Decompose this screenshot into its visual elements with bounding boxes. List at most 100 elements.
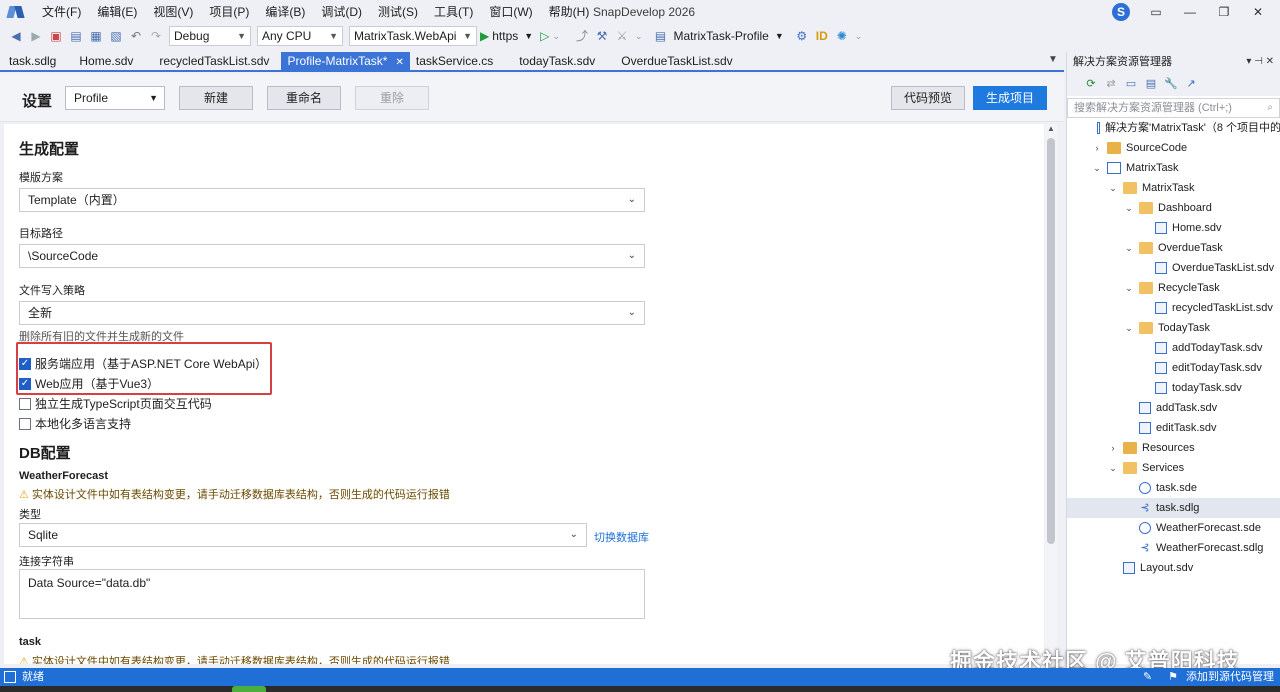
- settings-icon[interactable]: ⚙: [793, 27, 811, 45]
- option-localization[interactable]: 本地化多语言支持: [19, 415, 131, 432]
- tab-overdue-task-list[interactable]: OverdueTaskList.sdv: [615, 52, 738, 70]
- connection-string-input[interactable]: Data Source="data.db": [19, 569, 645, 619]
- sync-view-icon[interactable]: ⟳: [1082, 75, 1100, 93]
- tree-item[interactable]: addTodayTask.sdv: [1067, 338, 1280, 358]
- tab-task-service[interactable]: taskService.cs: [410, 52, 499, 70]
- checkbox-unchecked-icon[interactable]: [19, 397, 31, 410]
- switch-database-link[interactable]: 切换数据库: [594, 529, 649, 545]
- generate-project-button[interactable]: 生成项目: [973, 86, 1047, 110]
- menu-tools[interactable]: 工具(T): [426, 0, 481, 24]
- tree-item[interactable]: ⊰ task.sdlg: [1067, 498, 1280, 518]
- tree-item[interactable]: editTask.sdv: [1067, 418, 1280, 438]
- db-type-select[interactable]: Sqlite ⌄: [19, 523, 587, 547]
- menu-view[interactable]: 视图(V): [145, 0, 201, 24]
- tree-item[interactable]: ⌄ Dashboard: [1067, 198, 1280, 218]
- startup-project-combo[interactable]: MatrixTask.WebApi ▼: [349, 26, 477, 46]
- tree-item[interactable]: todayTask.sdv: [1067, 378, 1280, 398]
- menu-debug[interactable]: 调试(D): [313, 0, 370, 24]
- target-path-select[interactable]: \SourceCode ⌄: [19, 244, 645, 268]
- maximize-button[interactable]: ❐: [1214, 2, 1234, 22]
- tree-item[interactable]: recycledTaskList.sdv: [1067, 298, 1280, 318]
- tree-item[interactable]: addTask.sdv: [1067, 398, 1280, 418]
- platform-combo[interactable]: Any CPU ▼: [257, 26, 343, 46]
- tab-today-task[interactable]: todayTask.sdv: [499, 52, 615, 70]
- run-profile-dropdown-icon[interactable]: ▼: [524, 31, 533, 41]
- explorer-search-input[interactable]: 搜索解决方案资源管理器 (Ctrl+;) ⌕: [1067, 98, 1280, 118]
- tree-item[interactable]: ⌄ MatrixTask: [1067, 178, 1280, 198]
- menu-help[interactable]: 帮助(H): [541, 0, 598, 24]
- tree-item[interactable]: task.sde: [1067, 478, 1280, 498]
- undo-icon[interactable]: ↶: [127, 27, 145, 45]
- tree-item[interactable]: ⌄ RecycleTask: [1067, 278, 1280, 298]
- expand-toggle-icon[interactable]: ⌄: [1107, 458, 1119, 478]
- minimize-button[interactable]: —: [1180, 2, 1200, 22]
- tree-item[interactable]: WeatherForecast.sde: [1067, 518, 1280, 538]
- delete-profile-button[interactable]: 重除: [355, 86, 429, 110]
- checkbox-unchecked-icon[interactable]: [19, 417, 31, 430]
- toolbar-overflow-icon[interactable]: ⌄: [635, 31, 643, 42]
- redo-icon[interactable]: ↷: [147, 27, 165, 45]
- open-icon[interactable]: ▤: [67, 27, 85, 45]
- menu-test[interactable]: 测试(S): [370, 0, 426, 24]
- expand-toggle-icon[interactable]: ⌄: [1123, 198, 1135, 218]
- scroll-up-icon[interactable]: ▲: [1045, 124, 1057, 133]
- tree-item[interactable]: 解决方案'MatrixTask'（8 个项目中的: [1067, 118, 1280, 138]
- run-profile[interactable]: https: [492, 29, 518, 43]
- menu-build[interactable]: 编译(B): [257, 0, 313, 24]
- new-item-icon[interactable]: ▣: [47, 27, 65, 45]
- close-button[interactable]: ✕: [1248, 2, 1268, 22]
- user-avatar[interactable]: S: [1112, 3, 1130, 21]
- rename-profile-button[interactable]: 重命名: [267, 86, 341, 110]
- menu-edit[interactable]: 编辑(E): [89, 0, 145, 24]
- properties-icon[interactable]: 🔧: [1162, 75, 1180, 93]
- tab-profile-matrixtask[interactable]: Profile-MatrixTask* ✕: [281, 52, 410, 70]
- step-icon[interactable]: ⤴: [573, 27, 591, 45]
- profile-dropdown-icon[interactable]: ▼: [775, 31, 784, 41]
- close-tab-icon[interactable]: ✕: [395, 57, 403, 68]
- back-icon[interactable]: ◀: [7, 27, 25, 45]
- expand-toggle-icon[interactable]: ⌄: [1123, 278, 1135, 298]
- tree-item[interactable]: › Resources: [1067, 438, 1280, 458]
- start-debug-icon[interactable]: ▶: [480, 29, 489, 43]
- tree-item[interactable]: › SourceCode: [1067, 138, 1280, 158]
- save-icon[interactable]: ▦: [87, 27, 105, 45]
- write-strategy-select[interactable]: 全新 ⌄: [19, 301, 645, 325]
- switch-view-icon[interactable]: ⇄: [1102, 75, 1120, 93]
- tree-item[interactable]: ⌄ OverdueTask: [1067, 238, 1280, 258]
- tab-task-sdlg[interactable]: task.sdlg: [0, 52, 65, 70]
- sync-icon[interactable]: ✺: [833, 27, 851, 45]
- toolbar-overflow-icon[interactable]: ⌄: [855, 31, 863, 42]
- preview-icon[interactable]: ↗: [1182, 75, 1200, 93]
- add-to-source-control[interactable]: 添加到源代码管理: [1186, 668, 1274, 686]
- id-icon[interactable]: ID: [813, 27, 831, 45]
- expand-toggle-icon[interactable]: ⌄: [1123, 238, 1135, 258]
- profile-select[interactable]: Profile ▼: [65, 86, 165, 110]
- explorer-window-controls[interactable]: ▾ ⊣ ✕: [1246, 52, 1274, 72]
- tree-item[interactable]: editTodayTask.sdv: [1067, 358, 1280, 378]
- tab-list-dropdown-icon[interactable]: ▼: [1048, 54, 1058, 65]
- tab-recycled-task-list[interactable]: recycledTaskList.sdv: [147, 52, 281, 70]
- tab-home-sdv[interactable]: Home.sdv: [65, 52, 147, 70]
- tree-item[interactable]: ⌄ TodayTask: [1067, 318, 1280, 338]
- toolbar-overflow-icon[interactable]: ⌄: [552, 31, 560, 42]
- menu-project[interactable]: 项目(P): [201, 0, 257, 24]
- pencil-icon[interactable]: ✎: [1143, 668, 1152, 686]
- tree-item[interactable]: Layout.sdv: [1067, 558, 1280, 578]
- menu-window[interactable]: 窗口(W): [481, 0, 540, 24]
- config-combo[interactable]: Debug ▼: [169, 26, 251, 46]
- expand-toggle-icon[interactable]: ⌄: [1091, 158, 1103, 178]
- forward-icon[interactable]: ▶: [27, 27, 45, 45]
- start-without-debug-icon[interactable]: ▷: [540, 29, 549, 43]
- tree-item[interactable]: ⊰ WeatherForecast.sdlg: [1067, 538, 1280, 558]
- tree-item[interactable]: ⌄ MatrixTask: [1067, 158, 1280, 178]
- tree-item[interactable]: OverdueTaskList.sdv: [1067, 258, 1280, 278]
- template-select[interactable]: Template（内置） ⌄: [19, 188, 645, 212]
- taskbar-app-icon[interactable]: [232, 686, 266, 692]
- save-all-icon[interactable]: ▧: [107, 27, 125, 45]
- expand-toggle-icon[interactable]: ›: [1107, 438, 1119, 458]
- profile-combo[interactable]: MatrixTask-Profile: [674, 29, 769, 43]
- menu-file[interactable]: 文件(F): [34, 0, 89, 24]
- expand-toggle-icon[interactable]: ›: [1091, 138, 1103, 158]
- content-scrollbar[interactable]: ▲: [1045, 124, 1057, 664]
- scrollbar-thumb[interactable]: [1047, 138, 1055, 544]
